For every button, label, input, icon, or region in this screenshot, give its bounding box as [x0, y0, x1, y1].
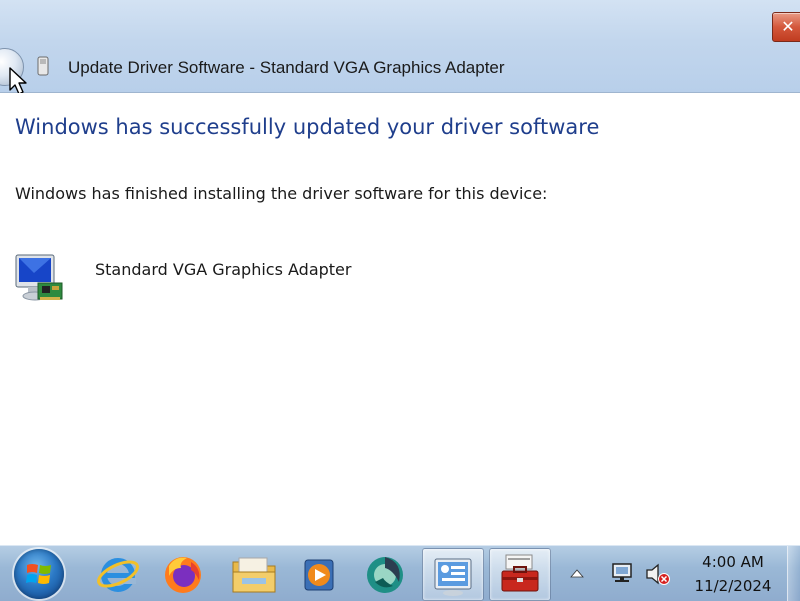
- show-hidden-icons-icon[interactable]: [570, 568, 584, 578]
- taskbar-internet-explorer[interactable]: [88, 548, 148, 599]
- device-usb-icon: [37, 56, 49, 76]
- clock-date: 11/2/2024: [694, 577, 772, 595]
- window-title: Update Driver Software - Standard VGA Gr…: [68, 58, 505, 77]
- toolbox-icon: [501, 554, 539, 592]
- device-name: Standard VGA Graphics Adapter: [95, 260, 352, 279]
- taskbar-media-player[interactable]: [289, 548, 349, 599]
- close-button[interactable]: ✕: [772, 12, 800, 42]
- internet-explorer-icon: [97, 558, 139, 592]
- taskbar-app[interactable]: [355, 548, 415, 599]
- taskbar-control-panel[interactable]: [422, 548, 484, 601]
- taskbar: 4:00 AM 11/2/2024: [0, 545, 800, 601]
- display-adapter-icon: [15, 254, 63, 301]
- firefox-icon: [165, 557, 201, 593]
- show-desktop-button[interactable]: [787, 546, 800, 601]
- taskbar-toolbox[interactable]: [489, 548, 551, 601]
- clock-time: 4:00 AM: [702, 553, 764, 571]
- volume-muted-icon[interactable]: [645, 562, 671, 586]
- media-player-icon: [304, 559, 334, 591]
- taskbar-file-explorer[interactable]: [222, 548, 282, 599]
- control-panel-icon: [434, 558, 472, 596]
- app-icon: [367, 557, 403, 593]
- system-clock[interactable]: 4:00 AM 11/2/2024: [683, 550, 783, 598]
- taskbar-firefox[interactable]: [153, 548, 213, 599]
- file-explorer-icon: [232, 557, 276, 593]
- windows-logo-icon: [26, 564, 51, 584]
- status-message: Windows has finished installing the driv…: [15, 184, 548, 203]
- page-title: Windows has successfully updated your dr…: [15, 115, 600, 139]
- mouse-cursor-icon: [9, 67, 27, 95]
- network-icon[interactable]: [610, 562, 634, 584]
- window-titlebar: ✕ Update Driver Software - Standard VGA …: [0, 0, 800, 93]
- dialog-content: Windows has successfully updated your dr…: [0, 93, 800, 545]
- start-button[interactable]: [14, 549, 64, 599]
